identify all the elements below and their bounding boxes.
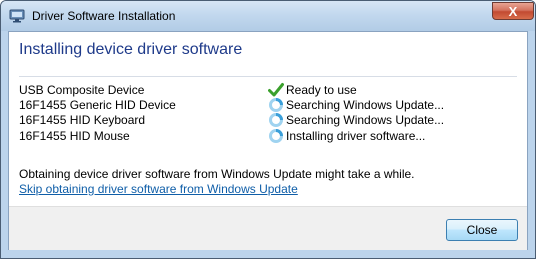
divider xyxy=(19,76,517,77)
progress-ring-icon xyxy=(269,129,283,143)
driver-install-window: Driver Software Installation X Installin… xyxy=(0,0,536,259)
progress-ring-icon xyxy=(269,113,283,127)
dialog-content: Installing device driver software USB Co… xyxy=(8,31,528,250)
device-status: Searching Windows Update... xyxy=(286,113,445,127)
device-name: USB Composite Device xyxy=(19,83,145,97)
window-title: Driver Software Installation xyxy=(32,9,176,23)
device-setup-icon xyxy=(9,9,25,23)
info-text: Obtaining device driver software from Wi… xyxy=(19,167,415,181)
title-bar[interactable]: Driver Software Installation X xyxy=(1,1,535,31)
device-status: Ready to use xyxy=(286,83,357,97)
close-button[interactable]: Close xyxy=(446,219,518,241)
device-name: 16F1455 HID Keyboard xyxy=(19,113,146,127)
device-name: 16F1455 HID Mouse xyxy=(19,129,130,143)
progress-ring-icon xyxy=(269,98,283,112)
device-status: Installing driver software... xyxy=(286,129,426,143)
dialog-footer: Close xyxy=(9,206,527,250)
close-icon: X xyxy=(508,3,518,19)
device-row: 16F1455 HID Keyboard Searching Windows U… xyxy=(19,113,519,129)
skip-windows-update-link[interactable]: Skip obtaining driver software from Wind… xyxy=(19,182,298,196)
page-title: Installing device driver software xyxy=(19,41,243,58)
device-row: 16F1455 HID Mouse Installing driver soft… xyxy=(19,129,519,145)
device-name: 16F1455 Generic HID Device xyxy=(19,98,176,112)
window-close-button[interactable]: X xyxy=(492,2,534,20)
device-status: Searching Windows Update... xyxy=(286,98,445,112)
checkmark-icon xyxy=(268,83,284,97)
